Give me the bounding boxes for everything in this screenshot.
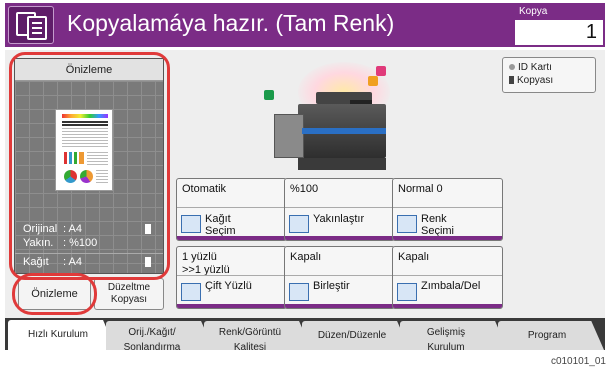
paper-value: : A4 — [63, 256, 82, 268]
zoom-icon — [289, 215, 309, 233]
paper-page-icon — [145, 257, 151, 267]
staple-punch-value: Kapalı — [398, 251, 430, 263]
zoom-value: : %100 — [63, 237, 98, 249]
printer-illustration — [258, 62, 426, 174]
output-badge-icon — [264, 90, 274, 100]
color-selection-key[interactable]: Normal 0 Renk Seçimi — [392, 178, 503, 241]
combine-label: Birleştir — [313, 280, 350, 292]
duplex-value: 1 yüzlü >>1 yüzlü — [182, 251, 230, 276]
id-card-label-1: ID Kartı — [518, 62, 552, 73]
status-title: Kopyalamáya hazır. (Tam Renk) — [67, 10, 395, 36]
tab-layout-edit[interactable]: Düzen/Düzenle — [302, 321, 410, 350]
id-card-icon — [509, 76, 514, 84]
duplex-key[interactable]: 1 yüzlü >>1 yüzlü Çift Yüzlü — [176, 246, 287, 309]
zoom-key[interactable]: %100 Yakınlaştır — [284, 178, 395, 241]
color-mode-icon — [397, 215, 417, 233]
copy-count-label: Kopya — [515, 5, 603, 20]
paper-tray-icon — [181, 215, 201, 233]
duplex-label: Çift Yüzlü — [205, 280, 252, 292]
tab-program[interactable]: Program — [498, 321, 604, 350]
tab-advanced-setup[interactable]: Gelişmiş Kurulum — [400, 321, 508, 350]
combine-value: Kapalı — [290, 251, 322, 263]
portrait-page-icon — [145, 224, 151, 234]
proof-copy-button[interactable]: Düzeltme Kopyası — [94, 278, 164, 310]
paper-selection-key[interactable]: Otomatik Kağıt Seçim — [176, 178, 287, 241]
preview-button[interactable]: Önizleme — [18, 278, 91, 310]
staple-icon — [397, 283, 417, 301]
color-badge-icon — [368, 76, 378, 86]
header-bar: Kopyalamáya hazır. (Tam Renk) Kopya 1 — [5, 3, 605, 47]
input-badge-icon — [376, 66, 386, 76]
tab-original-paper-finishing[interactable]: Orij./Kağıt/Sonlandırma — [106, 321, 214, 350]
id-card-copy-button[interactable]: ID Kartı Kopyası — [502, 57, 596, 93]
staple-punch-label: Zımbala/Del — [421, 280, 481, 292]
combine-key[interactable]: Kapalı Birleştir — [284, 246, 395, 309]
tab-quick-setup[interactable]: Hızlı Kurulum — [8, 320, 116, 350]
duplex-icon — [181, 283, 201, 301]
document-thumbnail — [55, 109, 113, 191]
finisher-icon — [274, 114, 304, 158]
proof-copy-label-1: Düzeltme — [107, 282, 151, 293]
paper-selection-label: Kağıt Seçim — [205, 213, 236, 237]
copy-count-field[interactable]: Kopya 1 — [513, 3, 605, 47]
toggle-indicator-icon — [509, 64, 515, 70]
paper-size-row: Kağıt : A4 — [15, 253, 163, 269]
paper-label: Kağıt — [23, 256, 49, 268]
staple-punch-key[interactable]: Kapalı Zımbala/Del — [392, 246, 503, 309]
color-selection-label: Renk Seçimi — [421, 213, 455, 237]
copy-app-icon[interactable] — [8, 6, 54, 44]
id-card-label-2: Kopyası — [517, 75, 554, 86]
copy-sheet-front-icon — [27, 16, 47, 40]
preview-panel: Önizleme Orijinal : A4 Yakın. : %100 Kağ… — [14, 58, 164, 274]
copy-count-value: 1 — [585, 21, 597, 43]
zoom-row: Yakın. : %100 — [15, 235, 163, 251]
paper-selection-value: Otomatik — [182, 183, 227, 195]
proof-copy-label-2: Kopyası — [110, 294, 148, 305]
tab-color-image-quality[interactable]: Renk/Görüntü Kalitesi — [204, 321, 312, 350]
zoom-label: Yakın. — [23, 237, 54, 249]
color-selection-value: Normal 0 — [398, 183, 443, 195]
figure-reference: c010101_01 — [550, 356, 606, 367]
preview-title: Önizleme — [15, 59, 163, 81]
output-tray-icon — [302, 128, 386, 134]
zoom-key-value: %100 — [290, 183, 319, 195]
zoom-key-label: Yakınlaştır — [313, 213, 365, 225]
combine-icon — [289, 283, 309, 301]
